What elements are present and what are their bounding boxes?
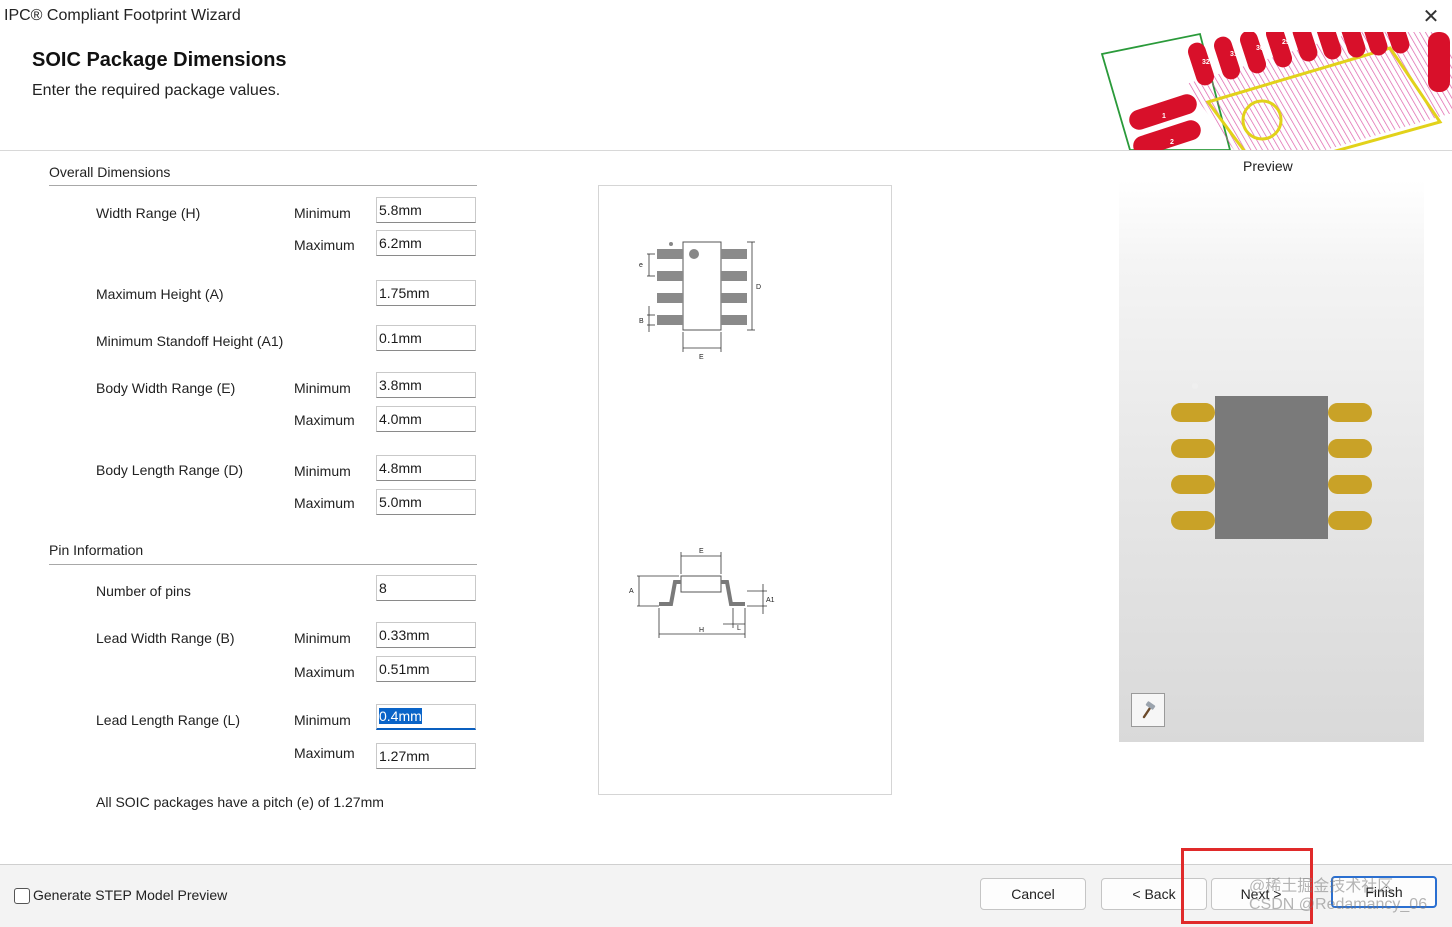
width-min-label: Minimum [294, 205, 351, 221]
diagram-label-a: A [629, 588, 634, 595]
min-standoff-input[interactable] [376, 325, 476, 351]
close-icon[interactable]: ✕ [1414, 2, 1448, 30]
cancel-button-label: Cancel [1011, 886, 1055, 902]
pcb-banner-image: 32 31 30 29 1 2 [1090, 32, 1452, 150]
page-title: SOIC Package Dimensions [32, 49, 287, 71]
window-title: IPC® Compliant Footprint Wizard [4, 7, 241, 24]
back-button-label: < Back [1132, 886, 1176, 902]
width-min-input[interactable] [376, 197, 476, 223]
lead-length-min-value: 0.4mm [379, 708, 422, 724]
lead-width-max-label: Maximum [294, 664, 355, 680]
diagram-label-e-width: E [699, 354, 704, 361]
lead-length-min-input[interactable]: 0.4mm [376, 704, 476, 730]
diagram-label-b: B [639, 318, 644, 325]
diagram-label-d: D [756, 284, 761, 291]
page-subtitle: Enter the required package values. [32, 82, 281, 99]
lead-length-min-label: Minimum [294, 712, 351, 728]
lead-length-label: Lead Length Range (L) [96, 712, 240, 728]
diagram-label-side-e: E [699, 548, 704, 555]
diagram-label-h: H [699, 627, 704, 634]
step-preview-checkbox[interactable] [14, 888, 30, 904]
diagram-label-l: L [737, 625, 741, 632]
body-width-max-input[interactable] [376, 406, 476, 432]
body-length-max-input[interactable] [376, 489, 476, 515]
preview-label: Preview [1243, 158, 1293, 174]
body-width-max-label: Maximum [294, 412, 355, 428]
banner-pin-2: 2 [1170, 139, 1174, 146]
diagram-label-a1: A1 [766, 597, 775, 604]
lead-width-min-input[interactable] [376, 622, 476, 648]
banner-pin-30: 30 [1256, 45, 1264, 52]
min-standoff-label: Minimum Standoff Height (A1) [96, 333, 284, 349]
banner-pin-32: 32 [1202, 59, 1210, 66]
body-width-min-label: Minimum [294, 380, 351, 396]
step-preview-label: Generate STEP Model Preview [33, 887, 228, 903]
body-width-label: Body Width Range (E) [96, 380, 236, 396]
lead-width-label: Lead Width Range (B) [96, 630, 235, 646]
banner-pin-1: 1 [1162, 113, 1166, 120]
section-overall-dimensions: Overall Dimensions [49, 164, 171, 180]
pitch-note: All SOIC packages have a pitch (e) of 1.… [96, 794, 384, 810]
number-of-pins-input[interactable] [376, 575, 476, 601]
side-view-diagram: E A A1 H L [629, 548, 775, 638]
section-pin-information: Pin Information [49, 542, 144, 558]
finish-button-label: Finish [1365, 884, 1403, 900]
width-max-input[interactable] [376, 230, 476, 256]
max-height-label: Maximum Height (A) [96, 286, 224, 302]
divider [49, 185, 477, 186]
divider [49, 564, 477, 565]
next-button-label: Next > [1240, 886, 1282, 902]
footprint-preview [1119, 180, 1424, 742]
banner-pin-29: 29 [1282, 39, 1290, 46]
diagram-label-e: e [639, 262, 643, 269]
next-button[interactable]: Next > [1211, 878, 1311, 910]
body-width-min-input[interactable] [376, 372, 476, 398]
finish-button[interactable]: Finish [1331, 876, 1437, 908]
body-length-max-label: Maximum [294, 495, 355, 511]
banner-pin-31: 31 [1230, 51, 1238, 58]
number-of-pins-label: Number of pins [96, 583, 191, 599]
hammer-icon[interactable] [1131, 693, 1165, 727]
top-view-diagram: e B D E [639, 241, 761, 361]
cancel-button[interactable]: Cancel [980, 878, 1086, 910]
body-length-min-input[interactable] [376, 455, 476, 481]
dimension-diagram-panel: e B D E E A A1 H L [598, 185, 892, 795]
width-max-label: Maximum [294, 237, 355, 253]
lead-width-min-label: Minimum [294, 630, 351, 646]
lead-length-max-input[interactable] [376, 743, 476, 769]
lead-length-max-label: Maximum [294, 745, 355, 761]
body-length-label: Body Length Range (D) [96, 462, 244, 478]
max-height-input[interactable] [376, 280, 476, 306]
lead-width-max-input[interactable] [376, 656, 476, 682]
width-range-label: Width Range (H) [96, 205, 201, 221]
back-button[interactable]: < Back [1101, 878, 1207, 910]
body-length-min-label: Minimum [294, 463, 351, 479]
